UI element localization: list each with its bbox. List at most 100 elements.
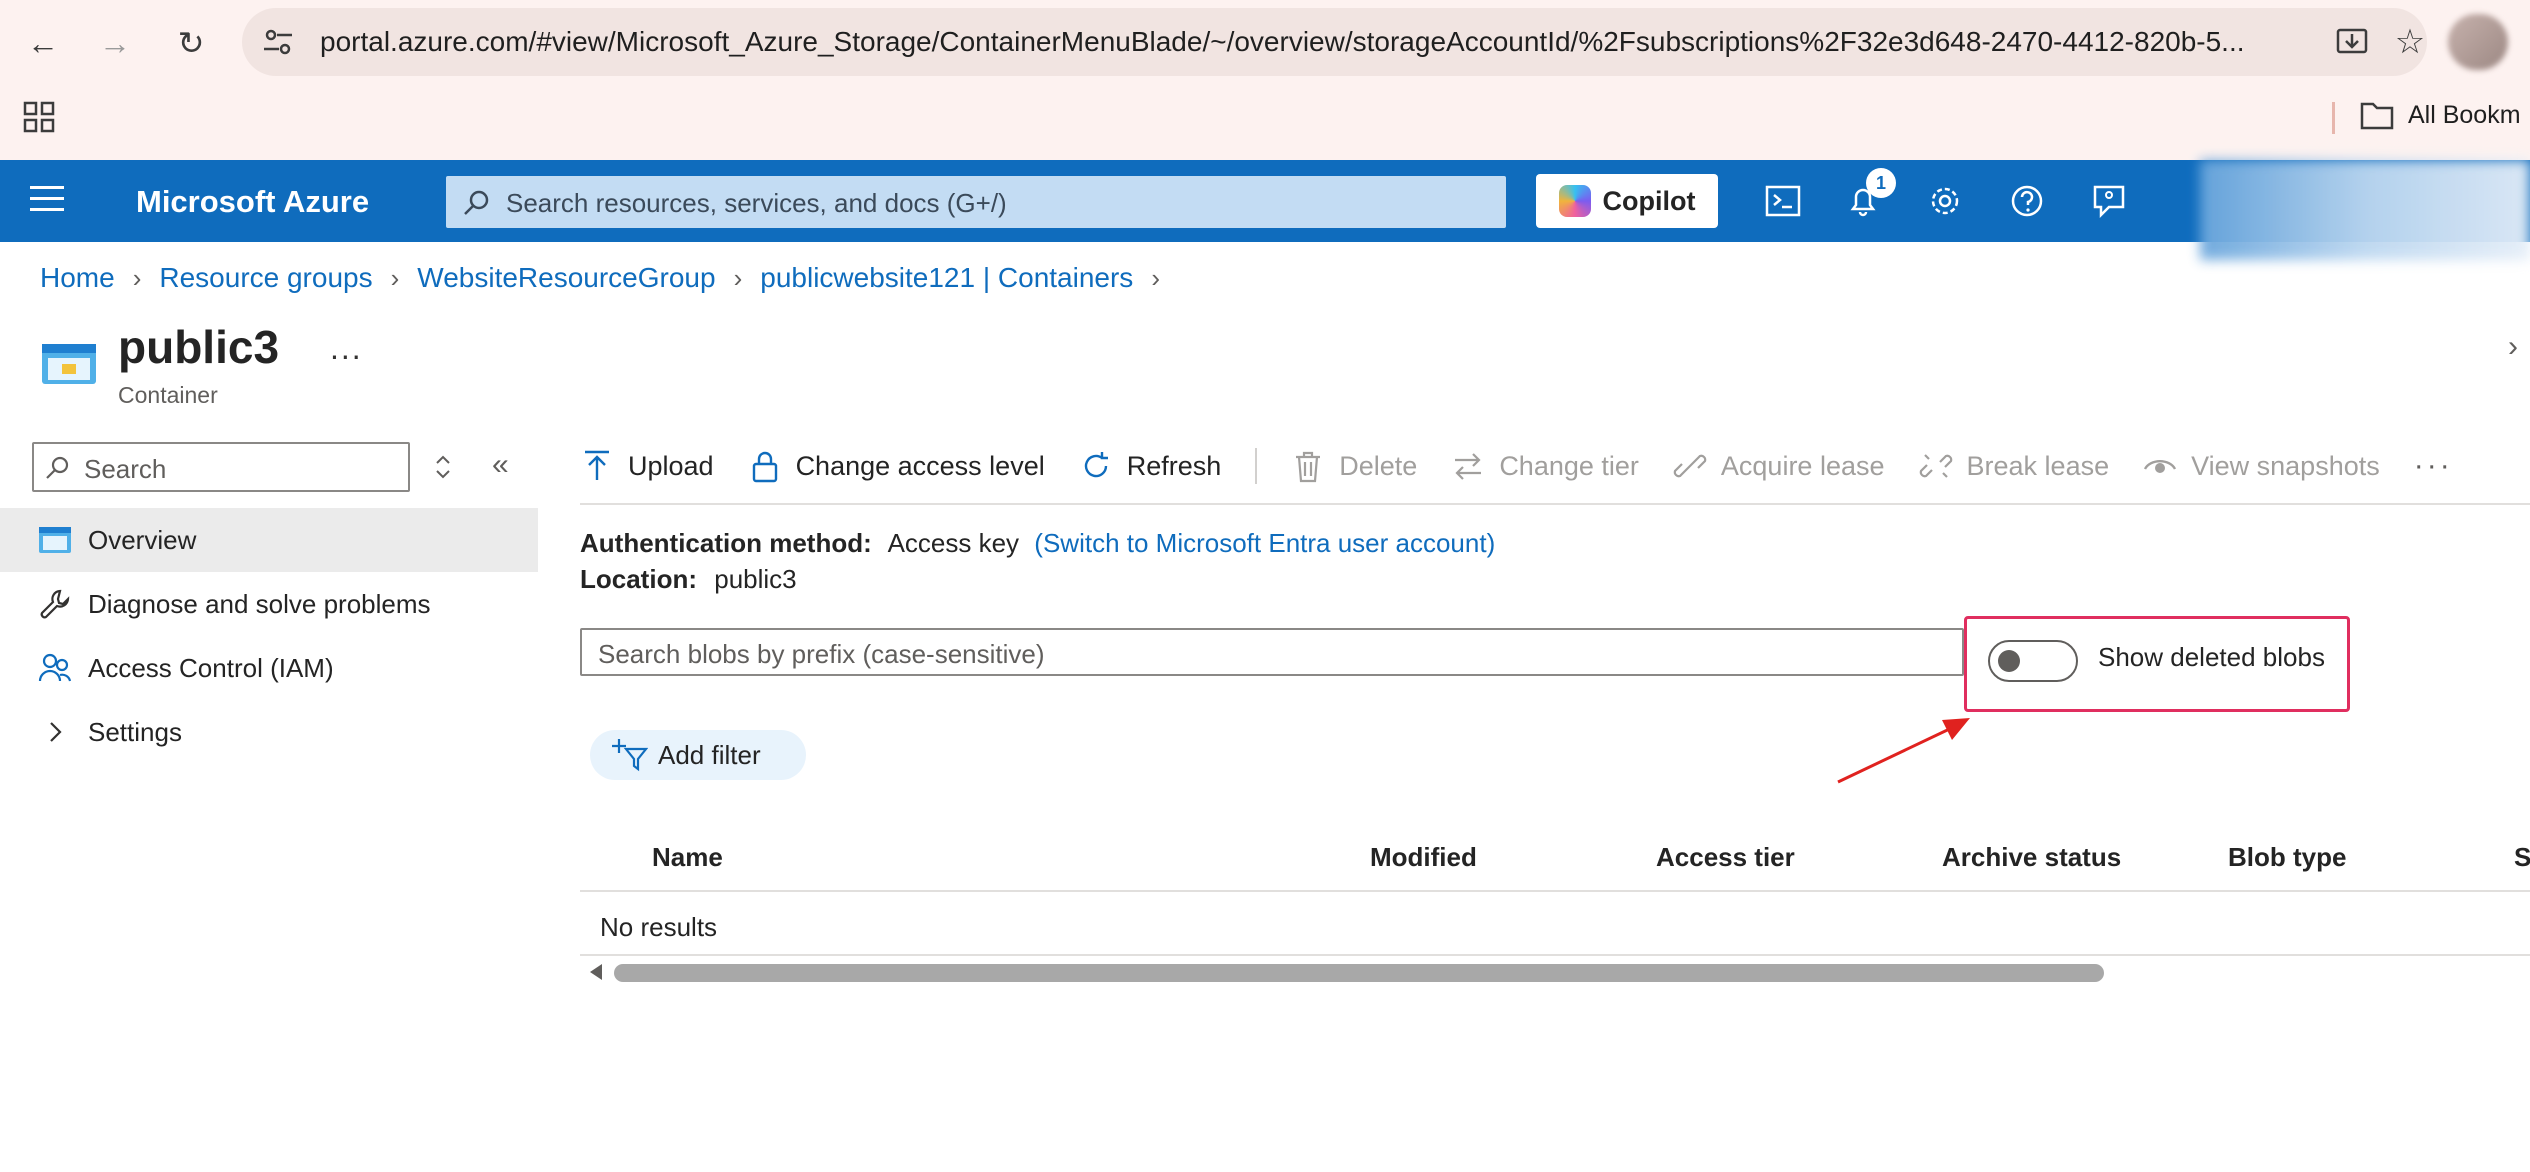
toolbar-divider — [1255, 448, 1258, 484]
change-access-level-label: Change access level — [795, 450, 1045, 481]
auth-value: Access key — [887, 528, 1020, 558]
address-bar[interactable]: portal.azure.com/#view/Microsoft_Azure_S… — [242, 8, 2427, 76]
collapse-sidebar-icon[interactable]: « — [492, 448, 509, 482]
back-icon[interactable]: ← — [20, 20, 66, 66]
feedback-icon[interactable] — [2086, 178, 2132, 224]
reload-icon[interactable]: ↻ — [168, 20, 214, 66]
breadcrumb-separator-icon: › — [132, 262, 142, 293]
upload-label: Upload — [628, 450, 714, 481]
add-filter-button[interactable]: Add filter — [590, 730, 806, 780]
authentication-method: Authentication method: Access key (Switc… — [580, 528, 1495, 559]
refresh-icon — [1079, 449, 1113, 483]
acquire-lease-label: Acquire lease — [1720, 450, 1885, 481]
add-filter-label: Add filter — [658, 739, 761, 770]
break-lease-label: Break lease — [1966, 450, 2110, 481]
page-title: public3 — [118, 321, 280, 373]
horizontal-scrollbar[interactable] — [614, 964, 2104, 982]
azure-header: Microsoft Azure Search resources, servic… — [0, 160, 2530, 260]
column-header-size[interactable]: S — [2514, 842, 2530, 873]
show-deleted-blobs-label[interactable]: Show deleted blobs — [2098, 642, 2325, 673]
install-app-icon[interactable] — [2332, 22, 2372, 62]
bookmark-star-icon[interactable]: ☆ — [2390, 22, 2430, 62]
folder-icon — [2360, 102, 2394, 130]
location-value: public3 — [714, 564, 797, 594]
table-bottom-divider — [580, 954, 2530, 956]
breadcrumb-resource-group[interactable]: WebsiteResourceGroup — [417, 262, 715, 294]
cloud-shell-icon[interactable] — [1760, 178, 1806, 224]
delete-label: Delete — [1339, 450, 1418, 481]
sidebar-item-label: Access Control (IAM) — [88, 652, 334, 683]
copilot-icon — [1558, 185, 1591, 217]
break-lease-button[interactable]: Break lease — [1919, 449, 2110, 483]
forward-icon[interactable]: → — [92, 20, 138, 66]
delete-button[interactable]: Delete — [1291, 449, 1417, 483]
chevron-right-icon[interactable]: › — [2508, 330, 2518, 364]
column-header-modified[interactable]: Modified — [1370, 842, 1477, 873]
eye-icon — [2143, 449, 2177, 483]
swap-arrows-icon — [1451, 449, 1485, 483]
site-settings-icon[interactable] — [260, 24, 296, 60]
sidebar-item-settings[interactable]: Settings — [0, 700, 538, 764]
toolbar-more-icon[interactable]: ··· — [2414, 449, 2453, 483]
sidebar-item-overview[interactable]: Overview — [0, 508, 538, 572]
hamburger-menu-icon[interactable] — [30, 186, 64, 216]
breadcrumb: Home › Resource groups › WebsiteResource… — [40, 262, 1178, 294]
change-access-level-button[interactable]: Change access level — [748, 449, 1045, 483]
global-search-placeholder: Search resources, services, and docs (G+… — [506, 188, 1007, 218]
upload-button[interactable]: Upload — [580, 449, 714, 483]
switch-auth-link[interactable]: (Switch to Microsoft Entra user account) — [1034, 528, 1495, 558]
url-text[interactable]: portal.azure.com/#view/Microsoft_Azure_S… — [320, 26, 2245, 58]
copilot-button[interactable]: Copilot — [1536, 174, 1718, 228]
global-search-input[interactable]: Search resources, services, and docs (G+… — [446, 176, 1506, 228]
help-icon[interactable] — [2004, 178, 2050, 224]
table-header-divider — [580, 890, 2530, 892]
lock-icon — [748, 449, 782, 483]
container-icon — [38, 523, 72, 557]
breadcrumb-home[interactable]: Home — [40, 262, 115, 294]
column-header-archive-status[interactable]: Archive status — [1942, 842, 2121, 873]
scroll-left-icon[interactable] — [590, 964, 602, 980]
blob-prefix-search-input[interactable]: Search blobs by prefix (case-sensitive) — [580, 628, 1964, 676]
trash-icon — [1291, 449, 1325, 483]
toggle-knob — [1998, 650, 2020, 672]
refresh-button[interactable]: Refresh — [1079, 449, 1221, 483]
search-icon — [464, 190, 489, 215]
auth-label: Authentication method: — [580, 528, 872, 558]
acquire-lease-button[interactable]: Acquire lease — [1673, 449, 1885, 483]
toolbar-divider-line — [580, 503, 2530, 505]
sidebar-item-label: Overview — [88, 524, 197, 555]
red-arrow-annotation-icon — [1837, 718, 1970, 784]
show-deleted-blobs-toggle[interactable] — [1988, 640, 2078, 682]
page-subtitle: Container — [118, 382, 218, 408]
account-info[interactable] — [2200, 160, 2530, 260]
apps-grid-icon[interactable] — [22, 100, 58, 136]
sidebar-item-access-control[interactable]: Access Control (IAM) — [0, 636, 538, 700]
sidebar-search-input[interactable]: Search — [32, 442, 410, 492]
chevron-right-icon — [38, 715, 72, 749]
change-tier-label: Change tier — [1499, 450, 1639, 481]
command-bar: Upload Change access level Refresh Delet… — [580, 438, 2453, 494]
more-options-icon[interactable]: ... — [330, 330, 363, 367]
wrench-icon — [38, 587, 72, 621]
sidebar-item-diagnose[interactable]: Diagnose and solve problems — [0, 572, 538, 636]
change-tier-button[interactable]: Change tier — [1451, 449, 1639, 483]
column-header-blob-type[interactable]: Blob type — [2228, 842, 2346, 873]
link-icon — [1673, 449, 1707, 483]
empty-table-message: No results — [600, 912, 718, 942]
breadcrumb-containers[interactable]: publicwebsite121 | Containers — [760, 262, 1133, 294]
all-bookmarks[interactable]: All Bookm — [2360, 100, 2521, 130]
column-header-access-tier[interactable]: Access tier — [1656, 842, 1795, 873]
column-header-name[interactable]: Name — [652, 842, 723, 873]
view-snapshots-button[interactable]: View snapshots — [2143, 449, 2380, 483]
people-icon — [38, 651, 72, 685]
breadcrumb-resource-groups[interactable]: Resource groups — [159, 262, 372, 294]
view-snapshots-label: View snapshots — [2191, 450, 2380, 481]
sort-updown-icon[interactable] — [432, 452, 454, 482]
location-label: Location: — [580, 564, 697, 594]
container-icon — [42, 344, 96, 384]
azure-brand[interactable]: Microsoft Azure — [136, 184, 369, 220]
broken-link-icon — [1919, 449, 1953, 483]
all-bookmarks-label[interactable]: All Bookm — [2408, 101, 2521, 130]
profile-avatar[interactable] — [2448, 14, 2508, 70]
settings-gear-icon[interactable] — [1922, 178, 1968, 224]
